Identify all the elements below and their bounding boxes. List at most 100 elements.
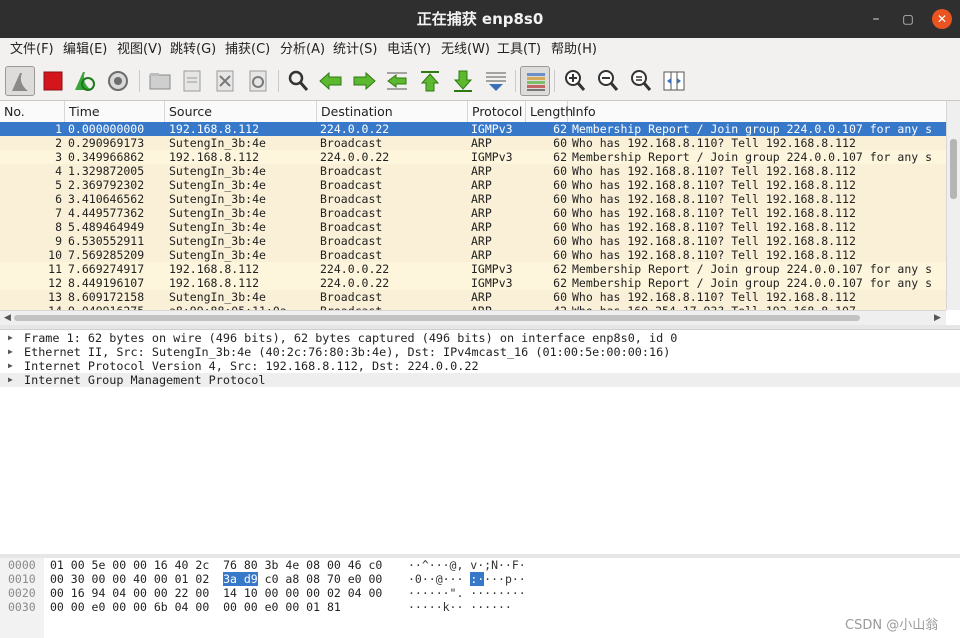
close-icon[interactable]: ✕	[932, 9, 952, 29]
menu-analyze[interactable]: 分析(A)	[280, 38, 325, 62]
title-bar: 正在捕获 enp8s0 – ▢ ✕	[0, 0, 960, 38]
expand-arrow-icon[interactable]: ▶	[8, 373, 13, 387]
packet-destination: 224.0.0.22	[320, 150, 390, 164]
packet-row[interactable]: 13 8.609172158 SutengIn_3b:4e Broadcast ARP 6…	[0, 290, 946, 304]
menu-file[interactable]: 文件(F)	[10, 38, 54, 62]
expand-arrow-icon[interactable]: ▶	[8, 345, 13, 359]
packet-length: 60	[553, 192, 567, 206]
column-info[interactable]: Info	[568, 101, 946, 122]
bytes-offset: 0000	[8, 558, 36, 572]
bytes-row[interactable]: 0020 00 16 94 04 00 00 22 00 14 10 00 00 …	[0, 586, 960, 600]
autoscroll-icon[interactable]	[481, 66, 511, 96]
bytes-offset: 0010	[8, 572, 36, 586]
packet-row[interactable]: 12 8.449196107 192.168.8.112 224.0.0.22 IGMP…	[0, 276, 946, 290]
packet-list-vscrollbar[interactable]	[946, 101, 960, 310]
bytes-row[interactable]: 0000 01 00 5e 00 00 16 40 2c 76 80 3b 4e …	[0, 558, 960, 572]
start-capture-icon[interactable]	[5, 66, 35, 96]
bytes-hex-highlight: 3a d9	[223, 572, 258, 586]
packet-row[interactable]: 5 2.369792302 SutengIn_3b:4e Broadcast ARP 60…	[0, 178, 946, 192]
scrollbar-thumb[interactable]	[14, 315, 860, 321]
column-destination[interactable]: Destination	[317, 101, 468, 122]
bytes-hex-segment: 00 00 e0 00 00 6b 04 00 00 00 e0 00 01 8…	[50, 600, 341, 614]
scrollbar-thumb[interactable]	[950, 139, 957, 199]
packet-source: SutengIn_3b:4e	[169, 248, 266, 262]
close-file-icon[interactable]	[210, 66, 240, 96]
resize-columns-icon[interactable]	[659, 66, 689, 96]
scroll-right-icon[interactable]: ▶	[934, 311, 941, 325]
packet-row[interactable]: 9 6.530552911 SutengIn_3b:4e Broadcast ARP 60…	[0, 234, 946, 248]
packet-info: Membership Report / Join group 224.0.0.1…	[572, 122, 933, 136]
capture-options-icon[interactable]	[103, 66, 133, 96]
packet-no: 6	[55, 192, 62, 206]
packet-list-header: No. Time Source Destination Protocol Len…	[0, 101, 946, 123]
packet-time: 0.290969173	[68, 136, 145, 150]
menu-statistics[interactable]: 统计(S)	[333, 38, 377, 62]
packet-row[interactable]: 2 0.290969173 SutengIn_3b:4e Broadcast ARP 60…	[0, 136, 946, 150]
detail-row-ipv4[interactable]: ▶ Internet Protocol Version 4, Src: 192.…	[0, 359, 960, 373]
packet-row[interactable]: 1 0.000000000 192.168.8.112 224.0.0.22 IGMPv…	[0, 122, 946, 136]
packet-source: SutengIn_3b:4e	[169, 206, 266, 220]
packet-no: 13	[48, 290, 62, 304]
save-file-icon[interactable]	[177, 66, 207, 96]
column-protocol[interactable]: Protocol	[468, 101, 526, 122]
maximize-icon[interactable]: ▢	[898, 9, 918, 29]
column-time[interactable]: Time	[65, 101, 165, 122]
bytes-row[interactable]: 0010 00 30 00 00 40 00 01 02 3a d9 c0 a8 …	[0, 572, 960, 586]
packet-no: 5	[55, 178, 62, 192]
packet-length: 60	[553, 178, 567, 192]
menu-help[interactable]: 帮助(H)	[551, 38, 597, 62]
packet-source: 192.168.8.112	[169, 262, 260, 276]
menu-capture[interactable]: 捕获(C)	[225, 38, 270, 62]
column-no[interactable]: No.	[0, 101, 65, 122]
toolbar-separator	[139, 70, 140, 92]
packet-row[interactable]: 8 5.489464949 SutengIn_3b:4e Broadcast ARP 60…	[0, 220, 946, 234]
menu-edit[interactable]: 编辑(E)	[63, 38, 107, 62]
find-packet-icon[interactable]	[283, 66, 313, 96]
bytes-row[interactable]: 0030 00 00 e0 00 00 6b 04 00 00 00 e0 00 …	[0, 600, 960, 614]
packet-row[interactable]: 10 7.569285209 SutengIn_3b:4e Broadcast ARP 6…	[0, 248, 946, 262]
menu-tools[interactable]: 工具(T)	[497, 38, 541, 62]
packet-row[interactable]: 6 3.410646562 SutengIn_3b:4e Broadcast ARP 60…	[0, 192, 946, 206]
go-last-icon[interactable]	[448, 66, 478, 96]
zoom-in-icon[interactable]	[560, 66, 590, 96]
packet-list[interactable]: 1 0.000000000 192.168.8.112 224.0.0.22 IGMPv…	[0, 122, 946, 311]
go-first-icon[interactable]	[415, 66, 445, 96]
zoom-normal-icon[interactable]	[626, 66, 656, 96]
detail-row-igmp[interactable]: ▶ Internet Group Management Protocol	[0, 373, 960, 387]
minimize-icon[interactable]: –	[866, 9, 886, 29]
reload-file-icon[interactable]	[243, 66, 273, 96]
column-length[interactable]: Length	[526, 101, 573, 122]
detail-text: Ethernet II, Src: SutengIn_3b:4e (40:2c:…	[24, 345, 671, 359]
packet-row[interactable]: 11 7.669274917 192.168.8.112 224.0.0.22 IGMP…	[0, 262, 946, 276]
packet-info: Who has 192.168.8.110? Tell 192.168.8.11…	[572, 234, 856, 248]
scroll-left-icon[interactable]: ◀	[4, 311, 11, 325]
packet-source: SutengIn_3b:4e	[169, 136, 266, 150]
go-to-packet-icon[interactable]	[382, 66, 412, 96]
go-back-icon[interactable]	[316, 66, 346, 96]
packet-details-pane: ▶ Frame 1: 62 bytes on wire (496 bits), …	[0, 329, 960, 555]
packet-row[interactable]: 3 0.349966862 192.168.8.112 224.0.0.22 IGMPv…	[0, 150, 946, 164]
stop-capture-icon[interactable]	[38, 66, 68, 96]
detail-row-frame[interactable]: ▶ Frame 1: 62 bytes on wire (496 bits), …	[0, 331, 960, 345]
detail-row-ethernet[interactable]: ▶ Ethernet II, Src: SutengIn_3b:4e (40:2…	[0, 345, 960, 359]
packet-info: Membership Report / Join group 224.0.0.1…	[572, 150, 933, 164]
open-file-icon[interactable]	[145, 66, 175, 96]
packet-length: 62	[553, 122, 567, 136]
packet-list-hscrollbar[interactable]: ◀ ▶	[0, 310, 946, 325]
menu-go[interactable]: 跳转(G)	[170, 38, 216, 62]
menu-view[interactable]: 视图(V)	[117, 38, 162, 62]
menu-telephony[interactable]: 电话(Y)	[387, 38, 431, 62]
zoom-out-icon[interactable]	[593, 66, 623, 96]
toolbar-separator	[554, 70, 555, 92]
colorize-icon[interactable]	[520, 66, 550, 96]
expand-arrow-icon[interactable]: ▶	[8, 331, 13, 345]
expand-arrow-icon[interactable]: ▶	[8, 359, 13, 373]
go-forward-icon[interactable]	[349, 66, 379, 96]
restart-capture-icon[interactable]	[70, 66, 100, 96]
packet-row[interactable]: 4 1.329872005 SutengIn_3b:4e Broadcast ARP 60…	[0, 164, 946, 178]
packet-row[interactable]: 7 4.449577362 SutengIn_3b:4e Broadcast ARP 60…	[0, 206, 946, 220]
bytes-offset: 0020	[8, 586, 36, 600]
column-source[interactable]: Source	[165, 101, 317, 122]
packet-source: SutengIn_3b:4e	[169, 234, 266, 248]
menu-wireless[interactable]: 无线(W)	[441, 38, 490, 62]
